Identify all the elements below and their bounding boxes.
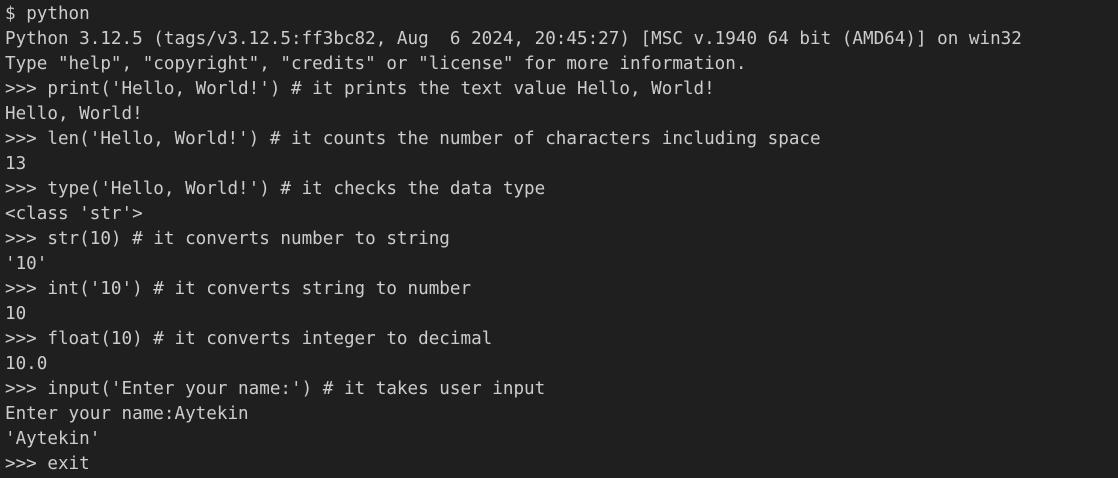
- repl-input-text: str(10) # it converts number to string: [47, 229, 450, 249]
- python-version-banner: Python 3.12.5 (tags/v3.12.5:ff3bc82, Aug…: [5, 29, 1022, 49]
- repl-prompt: >>>: [5, 279, 48, 299]
- repl-prompt: >>>: [5, 329, 48, 349]
- output-line: Hello, World!: [5, 102, 1118, 127]
- repl-output-text: <class 'str'>: [5, 204, 143, 224]
- repl-output-text: Hello, World!: [5, 104, 143, 124]
- output-line: 10: [5, 302, 1118, 327]
- repl-output-text: '10': [5, 254, 48, 274]
- repl-output-text: 'Aytekin': [5, 429, 101, 449]
- repl-input-text: float(10) # it converts integer to decim…: [47, 329, 493, 349]
- repl-prompt: >>>: [5, 379, 48, 399]
- output-line: 'Aytekin': [5, 427, 1118, 452]
- repl-input-line: >>> exit: [5, 452, 1118, 477]
- repl-prompt: >>>: [5, 79, 48, 99]
- output-line: Python 3.12.5 (tags/v3.12.5:ff3bc82, Aug…: [5, 27, 1118, 52]
- repl-input-text: input('Enter your name:') # it takes use…: [47, 379, 546, 399]
- repl-input-line: >>> int('10') # it converts string to nu…: [5, 277, 1118, 302]
- output-line: 10.0: [5, 352, 1118, 377]
- repl-prompt: >>>: [5, 229, 48, 249]
- terminal-window[interactable]: $ python Python 3.12.5 (tags/v3.12.5:ff3…: [0, 0, 1118, 478]
- repl-input-text: type('Hello, World!') # it checks the da…: [47, 179, 546, 199]
- repl-output-text: 10.0: [5, 354, 48, 374]
- repl-prompt: >>>: [5, 179, 48, 199]
- output-line: Type "help", "copyright", "credits" or "…: [5, 52, 1118, 77]
- repl-input-text: exit: [47, 454, 90, 474]
- shell-prompt: $: [5, 4, 27, 24]
- repl-input-line: >>> type('Hello, World!') # it checks th…: [5, 177, 1118, 202]
- repl-input-line: >>> float(10) # it converts integer to d…: [5, 327, 1118, 352]
- repl-output-text: Enter your name:Aytekin: [5, 404, 249, 424]
- repl-output-text: 10: [5, 304, 27, 324]
- shell-command-line: $ python: [5, 2, 1118, 27]
- output-line: Enter your name:Aytekin: [5, 402, 1118, 427]
- repl-prompt: >>>: [5, 454, 48, 474]
- output-line: <class 'str'>: [5, 202, 1118, 227]
- repl-input-text: len('Hello, World!') # it counts the num…: [47, 129, 821, 149]
- repl-input-line: >>> print('Hello, World!') # it prints t…: [5, 77, 1118, 102]
- shell-command-text: python: [26, 4, 90, 24]
- repl-prompt: >>>: [5, 129, 48, 149]
- repl-input-line: >>> input('Enter your name:') # it takes…: [5, 377, 1118, 402]
- repl-input-line: >>> str(10) # it converts number to stri…: [5, 227, 1118, 252]
- output-line: 13: [5, 152, 1118, 177]
- repl-input-text: int('10') # it converts string to number: [47, 279, 472, 299]
- python-help-banner: Type "help", "copyright", "credits" or "…: [5, 54, 747, 74]
- repl-output-text: 13: [5, 154, 27, 174]
- repl-input-text: print('Hello, World!') # it prints the t…: [47, 79, 715, 99]
- output-line: '10': [5, 252, 1118, 277]
- repl-input-line: >>> len('Hello, World!') # it counts the…: [5, 127, 1118, 152]
